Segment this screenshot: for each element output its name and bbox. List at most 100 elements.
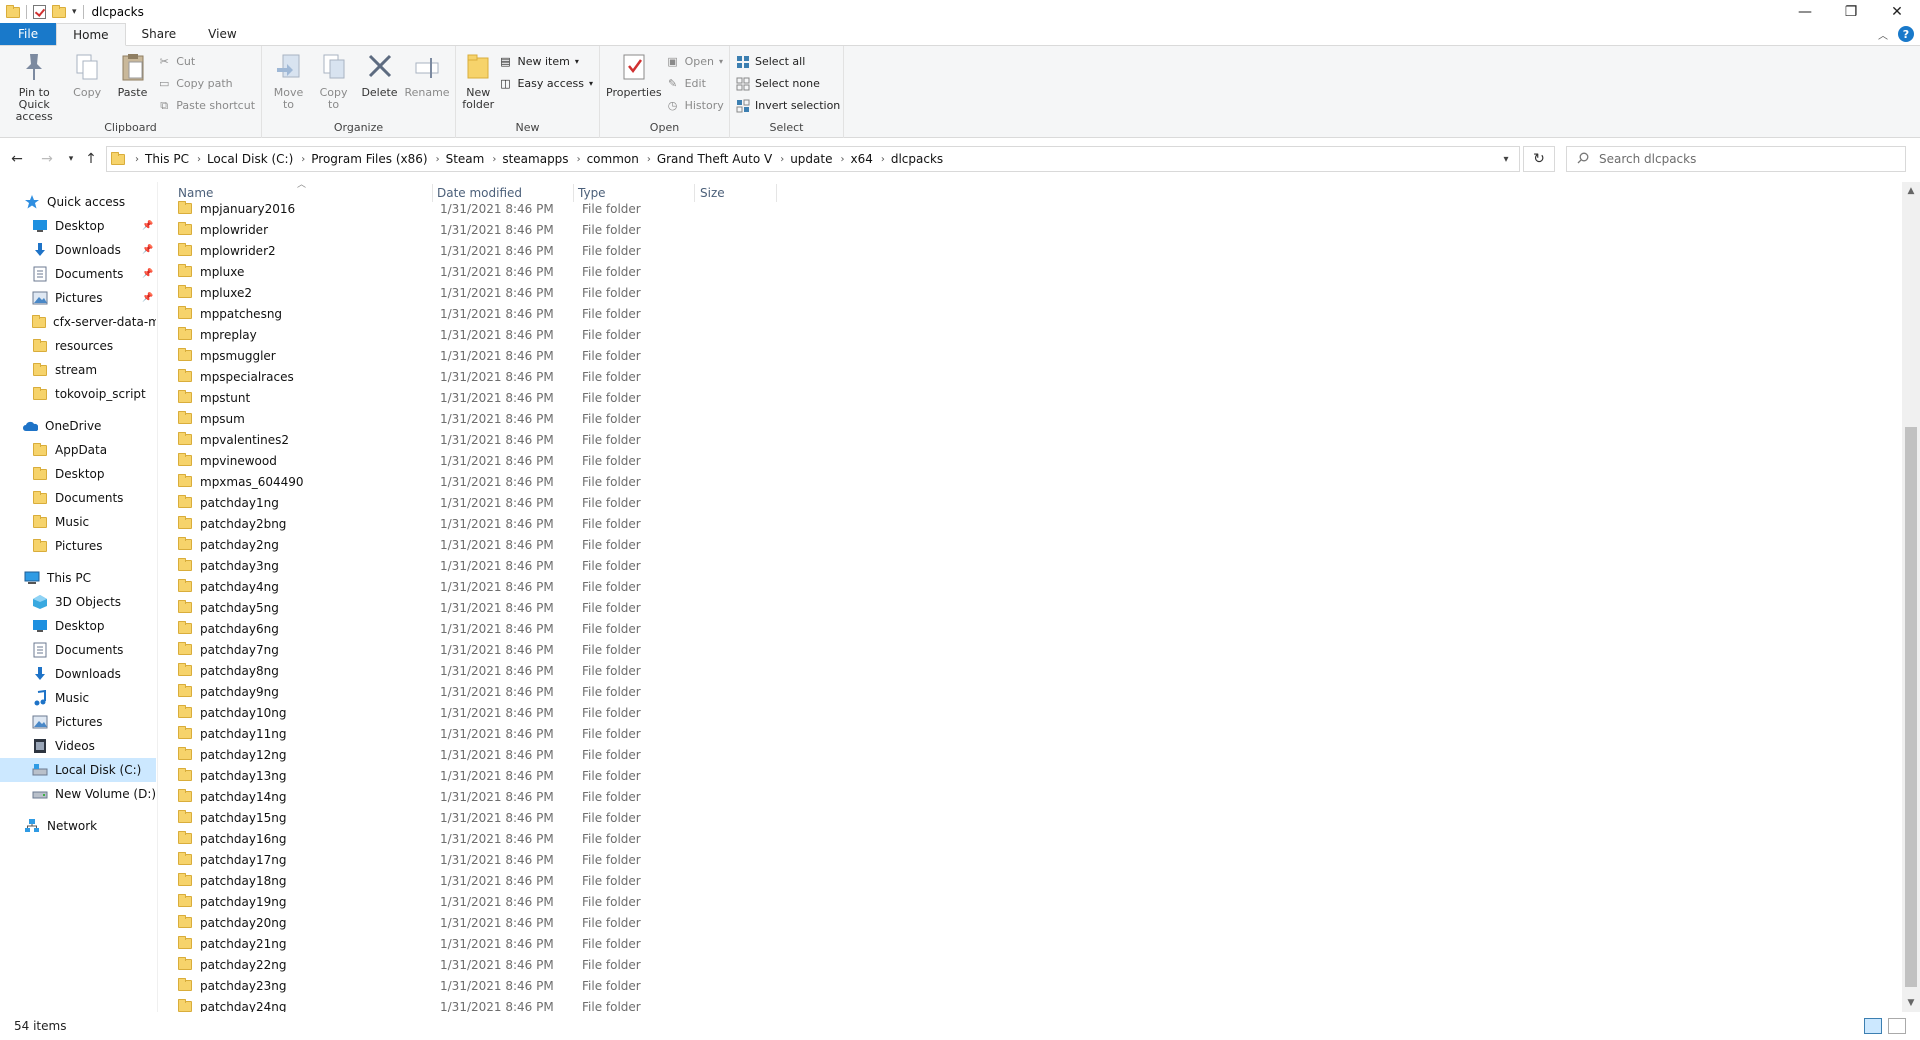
table-row[interactable]: patchday14ng 1/31/2021 8:46 PM File folder [176, 786, 796, 807]
table-row[interactable]: mplowrider2 1/31/2021 8:46 PM File folder [176, 240, 796, 261]
table-row[interactable]: mpluxe2 1/31/2021 8:46 PM File folder [176, 282, 796, 303]
breadcrumb-item[interactable]: › dlcpacks [873, 152, 943, 166]
vertical-scrollbar[interactable]: ▲ ▼ [1902, 182, 1920, 1012]
table-row[interactable]: patchday2bng 1/31/2021 8:46 PM File folder [176, 513, 796, 534]
table-row[interactable]: patchday21ng 1/31/2021 8:46 PM File folder [176, 933, 796, 954]
sidebar-item[interactable]: Pictures 📌 [0, 286, 156, 310]
sidebar-item[interactable]: Downloads [0, 662, 156, 686]
address-bar[interactable]: › This PC › Local Disk (C:) › Program Files (… [106, 146, 1520, 172]
breadcrumb-chevron-icon[interactable]: › [647, 154, 651, 165]
properties-icon[interactable] [33, 5, 46, 19]
table-row[interactable]: patchday8ng 1/31/2021 8:46 PM File folder [176, 660, 796, 681]
nav-onedrive[interactable]: OneDrive [0, 414, 156, 438]
sidebar-item[interactable]: Documents [0, 638, 156, 662]
history-button[interactable]: ◷ History [666, 96, 724, 115]
invert-selection-button[interactable]: Invert selection [736, 96, 840, 115]
select-all-button[interactable]: Select all [736, 52, 840, 71]
large-icons-view-button[interactable] [1888, 1018, 1906, 1034]
table-row[interactable]: patchday5ng 1/31/2021 8:46 PM File folder [176, 597, 796, 618]
table-row[interactable]: patchday1ng 1/31/2021 8:46 PM File folder [176, 492, 796, 513]
nav-network[interactable]: Network [0, 814, 156, 838]
copy-path-button[interactable]: ▭ Copy path [157, 74, 255, 93]
tab-view[interactable]: View [192, 23, 252, 45]
breadcrumb-item[interactable]: › This PC [127, 152, 189, 166]
edit-button[interactable]: ✎ Edit [666, 74, 724, 93]
table-row[interactable]: patchday9ng 1/31/2021 8:46 PM File folder [176, 681, 796, 702]
breadcrumb-item[interactable]: › Program Files (x86) [293, 152, 427, 166]
table-row[interactable]: patchday11ng 1/31/2021 8:46 PM File folder [176, 723, 796, 744]
table-row[interactable]: patchday3ng 1/31/2021 8:46 PM File folder [176, 555, 796, 576]
sidebar-item[interactable]: stream [0, 358, 156, 382]
table-row[interactable]: mpsmuggler 1/31/2021 8:46 PM File folder [176, 345, 796, 366]
sidebar-item[interactable]: 3D Objects [0, 590, 156, 614]
table-row[interactable]: patchday2ng 1/31/2021 8:46 PM File folder [176, 534, 796, 555]
nav-quick-access[interactable]: Quick access [0, 190, 156, 214]
sidebar-item[interactable]: Music [0, 510, 156, 534]
breadcrumb-chevron-icon[interactable]: › [492, 154, 496, 165]
table-row[interactable]: mpreplay 1/31/2021 8:46 PM File folder [176, 324, 796, 345]
copy-button[interactable]: Copy [66, 50, 107, 99]
minimize-ribbon-chevron-icon[interactable]: ︿ [1878, 27, 1888, 42]
sidebar-item[interactable]: Videos [0, 734, 156, 758]
sidebar-item[interactable]: New Volume (D:) [0, 782, 156, 806]
new-folder-button[interactable]: New folder [462, 50, 494, 111]
table-row[interactable]: patchday15ng 1/31/2021 8:46 PM File folder [176, 807, 796, 828]
breadcrumb-item[interactable]: › Grand Theft Auto V [639, 152, 772, 166]
sidebar-item[interactable]: Desktop [0, 614, 156, 638]
table-row[interactable]: patchday20ng 1/31/2021 8:46 PM File folder [176, 912, 796, 933]
up-arrow-icon[interactable]: ↑ [80, 147, 102, 171]
table-row[interactable]: mpluxe 1/31/2021 8:46 PM File folder [176, 261, 796, 282]
search-input[interactable]: Search dlcpacks [1599, 152, 1696, 166]
table-row[interactable]: patchday19ng 1/31/2021 8:46 PM File folder [176, 891, 796, 912]
breadcrumb-chevron-icon[interactable]: › [197, 154, 201, 165]
table-row[interactable]: patchday13ng 1/31/2021 8:46 PM File folder [176, 765, 796, 786]
paste-button[interactable]: Paste [112, 50, 153, 99]
table-row[interactable]: mpstunt 1/31/2021 8:46 PM File folder [176, 387, 796, 408]
back-arrow-icon[interactable]: ← [6, 147, 28, 171]
breadcrumb-item[interactable]: › steamapps [484, 152, 568, 166]
rename-button[interactable]: Rename [404, 50, 450, 99]
table-row[interactable]: patchday17ng 1/31/2021 8:46 PM File folder [176, 849, 796, 870]
breadcrumb-item[interactable]: › common [569, 152, 639, 166]
details-view-button[interactable] [1864, 1018, 1882, 1034]
sidebar-item[interactable]: Local Disk (C:) [0, 758, 156, 782]
tab-home[interactable]: Home [56, 23, 126, 46]
table-row[interactable]: patchday10ng 1/31/2021 8:46 PM File folder [176, 702, 796, 723]
table-row[interactable]: patchday7ng 1/31/2021 8:46 PM File folder [176, 639, 796, 660]
table-row[interactable]: patchday16ng 1/31/2021 8:46 PM File folder [176, 828, 796, 849]
nav-this-pc[interactable]: This PC [0, 566, 156, 590]
breadcrumb-chevron-icon[interactable]: › [780, 154, 784, 165]
breadcrumb-item[interactable]: › Steam [428, 152, 485, 166]
sidebar-item[interactable]: cfx-server-data-ma [0, 310, 156, 334]
table-row[interactable]: patchday6ng 1/31/2021 8:46 PM File folder [176, 618, 796, 639]
breadcrumb-chevron-icon[interactable]: › [301, 154, 305, 165]
select-none-button[interactable]: Select none [736, 74, 840, 93]
move-to-button[interactable]: Move to [268, 50, 309, 111]
pin-to-quick-access-button[interactable]: Pin to Quick access [6, 50, 62, 123]
recent-locations-chevron-icon[interactable]: ▾ [60, 147, 82, 171]
scroll-down-arrow-icon[interactable]: ▼ [1902, 994, 1920, 1012]
sidebar-item[interactable]: resources [0, 334, 156, 358]
tab-file[interactable]: File [0, 23, 57, 45]
breadcrumb-chevron-icon[interactable]: › [577, 154, 581, 165]
breadcrumb-item[interactable]: › x64 [832, 152, 872, 166]
breadcrumb-chevron-icon[interactable]: › [436, 154, 440, 165]
refresh-button[interactable]: ↻ [1523, 146, 1555, 172]
table-row[interactable]: mpvinewood 1/31/2021 8:46 PM File folder [176, 450, 796, 471]
breadcrumb-item[interactable]: › update [772, 152, 832, 166]
sidebar-item[interactable]: Pictures [0, 534, 156, 558]
sidebar-item[interactable]: Music [0, 686, 156, 710]
new-folder-icon[interactable] [52, 4, 66, 18]
breadcrumb-item[interactable]: › Local Disk (C:) [189, 152, 293, 166]
table-row[interactable]: patchday4ng 1/31/2021 8:46 PM File folder [176, 576, 796, 597]
address-history-chevron-icon[interactable]: ▾ [1493, 147, 1519, 171]
table-row[interactable]: patchday18ng 1/31/2021 8:46 PM File folder [176, 870, 796, 891]
properties-button[interactable]: Properties [606, 50, 662, 99]
table-row[interactable]: mpvalentines2 1/31/2021 8:46 PM File folde… [176, 429, 796, 450]
table-row[interactable]: mppatchesng 1/31/2021 8:46 PM File folder [176, 303, 796, 324]
close-button[interactable]: ✕ [1874, 0, 1920, 24]
table-row[interactable]: mpspecialraces 1/31/2021 8:46 PM File fold… [176, 366, 796, 387]
breadcrumb-chevron-icon[interactable]: › [135, 154, 139, 165]
help-icon[interactable]: ? [1898, 26, 1914, 42]
table-row[interactable]: patchday12ng 1/31/2021 8:46 PM File folder [176, 744, 796, 765]
